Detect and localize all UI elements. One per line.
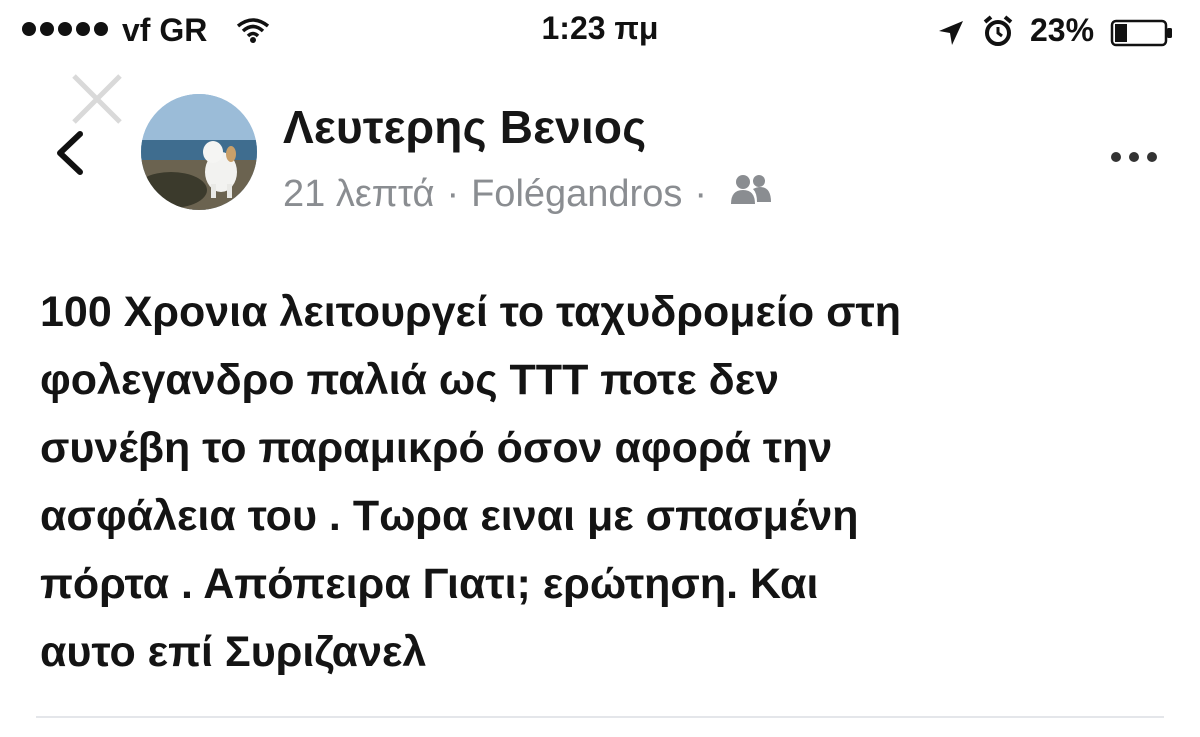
battery-percentage: 23% <box>1030 12 1095 48</box>
status-time: 1:23 πμ <box>541 10 659 46</box>
chevron-left-icon[interactable] <box>50 128 90 183</box>
post-body: 100 Χρονια λειτουργεί το ταχυδρομείο στη… <box>40 278 1170 686</box>
meta-separator: · <box>446 172 460 215</box>
more-options-icon[interactable] <box>1110 150 1158 168</box>
post-text-line: συνέβη το παραμικρό όσον αφορά την <box>40 424 833 472</box>
post-text-line: αυτο επί Συριζανελ <box>40 628 427 676</box>
location-arrow-icon <box>936 18 966 53</box>
post-location[interactable]: Folégandros <box>471 173 682 216</box>
status-bar: vf GR 1:23 πμ 23% <box>0 0 1200 64</box>
post-text-line: 100 Χρονια λειτουργεί το ταχυδρομείο στη <box>40 288 901 336</box>
author-name[interactable]: Λευτερης Βενιος <box>283 100 646 154</box>
post-text-line: ασφάλεια του . Τωρα ειναι με σπασμένη <box>40 492 859 540</box>
post-meta: 21 λεπτά · Folégandros · <box>283 172 773 216</box>
post-text-line: πόρτα . Απόπειρα Γιατι; ερώτηση. Και <box>40 560 819 608</box>
post-time[interactable]: 21 λεπτά <box>283 173 434 216</box>
divider <box>36 716 1164 718</box>
post-text-line: φολεγανδρο παλιά ως ΤΤΤ ποτε δεν <box>40 356 780 404</box>
close-icon[interactable] <box>68 70 126 133</box>
alarm-icon <box>982 14 1014 53</box>
avatar[interactable] <box>141 94 257 210</box>
battery-icon <box>1110 18 1174 53</box>
friends-icon <box>729 172 773 216</box>
meta-separator: · <box>694 172 707 215</box>
